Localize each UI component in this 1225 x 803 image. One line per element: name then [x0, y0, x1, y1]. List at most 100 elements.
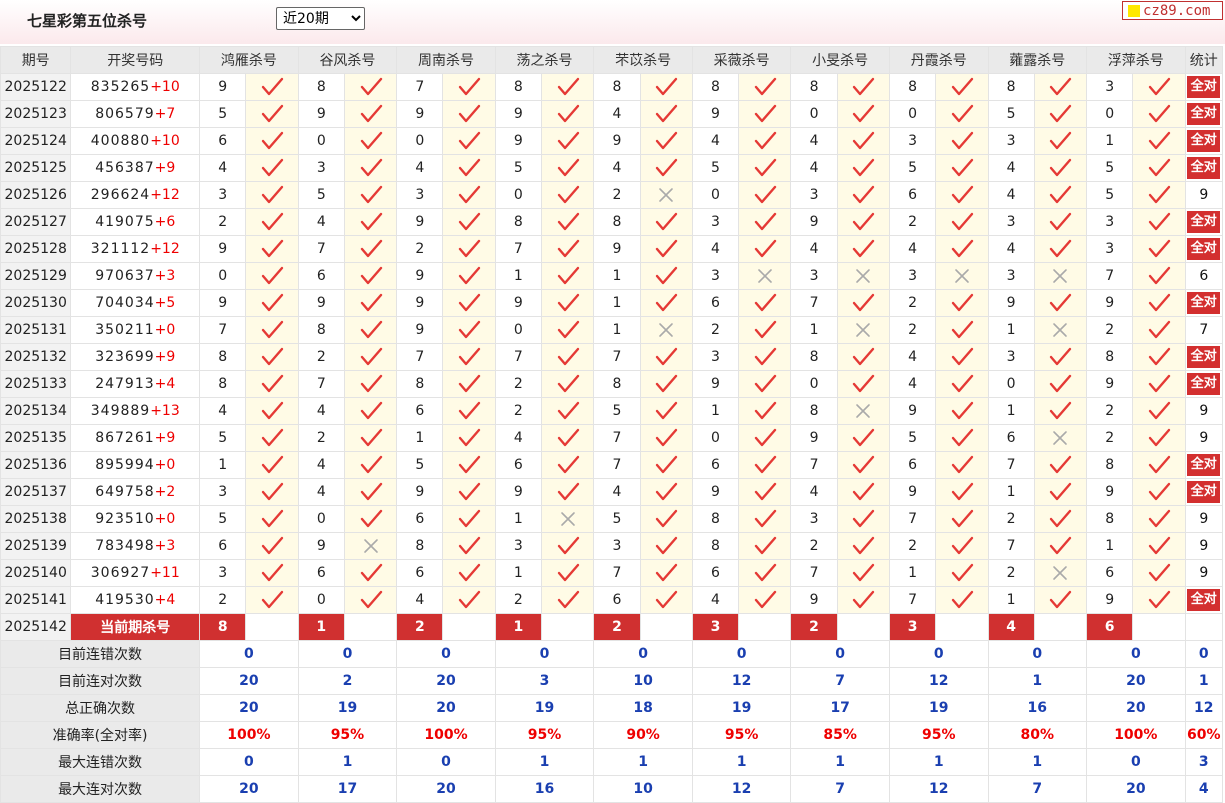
result-mark	[836, 478, 890, 506]
result-mark	[343, 451, 398, 479]
check-mark-icon	[853, 104, 875, 123]
summary-value: 16	[987, 694, 1088, 722]
current-stat-empty	[1184, 613, 1224, 641]
kill-number: 4	[691, 127, 740, 155]
draw-number: 419530	[95, 592, 155, 608]
draw-cell: 349889+13	[70, 397, 201, 425]
check-mark-icon	[458, 131, 481, 150]
all-correct-badge: 全对	[1187, 157, 1221, 179]
result-mark	[343, 397, 398, 425]
cross-mark-icon	[659, 188, 674, 202]
site-logo[interactable]: cz89.com	[1122, 1, 1223, 20]
check-mark-icon	[951, 104, 974, 123]
check-mark-icon	[458, 536, 481, 555]
stat-count: 9	[1199, 430, 1209, 446]
summary-value: 19	[297, 694, 398, 722]
kill-number: 2	[494, 586, 543, 614]
draw-cell: 783498+3	[70, 532, 201, 560]
all-correct-badge: 全对	[1187, 481, 1221, 503]
check-mark-icon	[951, 347, 974, 366]
table-row: 2025129 970637+3 0 6 9 1 1 3 3 3 3 7 6	[0, 262, 1224, 290]
kill-number: 5	[1086, 154, 1134, 182]
check-mark-icon	[557, 347, 579, 366]
check-mark-icon	[458, 428, 481, 447]
draw-number: 806579	[95, 106, 155, 122]
kill-number: 1	[987, 316, 1035, 344]
issue-cell: 2025140	[0, 559, 72, 587]
result-mark	[639, 505, 693, 533]
result-mark	[639, 586, 693, 614]
kill-number: 1	[593, 316, 641, 344]
summary-value: 12	[888, 775, 989, 803]
kill-number: 7	[790, 451, 838, 479]
draw-sum: +0	[154, 322, 176, 338]
logo-square-icon	[1128, 4, 1140, 17]
summary-total: 1	[1184, 667, 1224, 695]
kill-number: 1	[199, 451, 247, 479]
draw-sum: +11	[150, 565, 180, 581]
result-mark	[442, 532, 496, 560]
result-mark	[442, 343, 496, 371]
kill-number: 4	[593, 154, 641, 182]
draw-number: 649758	[95, 484, 155, 500]
summary-value: 12	[691, 667, 792, 695]
table-row: 2025140 306927+11 3 6 6 1 7 6 7 1 2 6 9	[0, 559, 1224, 587]
result-mark	[1132, 181, 1186, 209]
check-mark-icon	[557, 374, 579, 393]
cross-mark-icon	[1053, 269, 1068, 283]
kill-number: 3	[494, 532, 543, 560]
check-mark-icon	[951, 158, 974, 177]
kill-number: 7	[297, 370, 345, 398]
draw-sum: +3	[154, 268, 176, 284]
check-mark-icon	[261, 401, 284, 420]
result-mark	[442, 397, 496, 425]
result-mark	[836, 262, 890, 290]
check-mark-icon	[853, 509, 875, 528]
col-draw: 开奖号码	[70, 46, 201, 74]
kill-number: 6	[199, 127, 247, 155]
kill-number: 8	[199, 370, 247, 398]
check-mark-icon	[656, 293, 678, 312]
check-mark-icon	[853, 347, 875, 366]
result-mark	[245, 181, 299, 209]
stat-cell: 全对	[1184, 478, 1224, 506]
summary-label: 准确率(全对率)	[0, 721, 201, 749]
table-row: 2025125 456387+9 4 3 4 5 4 5 4 5 4 5 全对	[0, 154, 1224, 182]
period-select[interactable]: 近20期	[276, 7, 365, 30]
current-empty-cell	[639, 613, 693, 641]
table-row: 2025126 296624+12 3 5 3 0 2 0 3 6 4 5 9	[0, 181, 1224, 209]
check-mark-icon	[951, 293, 974, 312]
kill-number: 6	[691, 451, 740, 479]
result-mark	[343, 370, 398, 398]
kill-number: 8	[199, 343, 247, 371]
kill-number: 9	[790, 424, 838, 452]
check-mark-icon	[360, 104, 382, 123]
draw-number: 419075	[95, 214, 155, 230]
draw-number: 783498	[95, 538, 155, 554]
check-mark-icon	[656, 239, 678, 258]
check-mark-icon	[1148, 563, 1171, 582]
check-mark-icon	[656, 347, 678, 366]
kill-number: 9	[790, 208, 838, 236]
summary-value: 18	[593, 694, 693, 722]
draw-number: 323699	[95, 349, 155, 365]
kill-number: 1	[987, 586, 1035, 614]
result-mark	[935, 505, 989, 533]
kill-number: 7	[494, 235, 543, 263]
check-mark-icon	[853, 212, 875, 231]
current-kill-number: 4	[987, 613, 1035, 641]
kill-number: 0	[297, 505, 345, 533]
summary-value: 20	[199, 775, 299, 803]
summary-label: 最大连错次数	[0, 748, 201, 776]
check-mark-icon	[557, 131, 579, 150]
kill-number: 2	[297, 343, 345, 371]
result-mark	[738, 127, 792, 155]
check-mark-icon	[458, 563, 481, 582]
result-mark	[935, 208, 989, 236]
kill-number: 8	[691, 73, 740, 101]
result-mark	[639, 424, 693, 452]
summary-value: 95%	[888, 721, 989, 749]
kill-number: 2	[888, 316, 937, 344]
result-mark	[442, 586, 496, 614]
summary-value: 95%	[494, 721, 595, 749]
